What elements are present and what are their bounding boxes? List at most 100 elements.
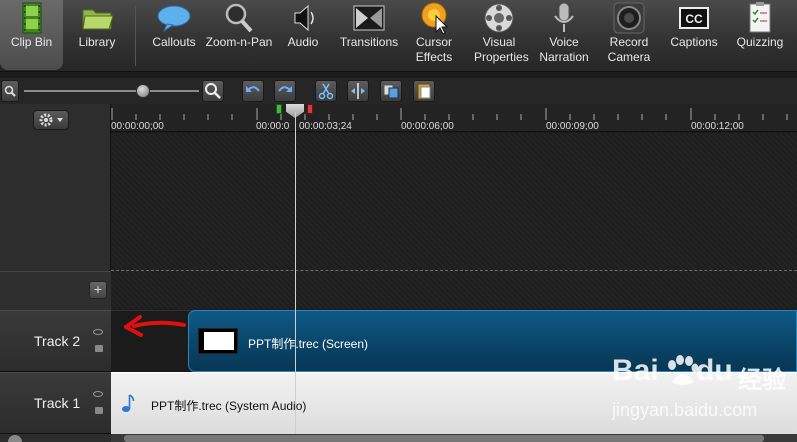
tool-transitions[interactable]: Transitions — [334, 0, 404, 70]
redo-icon — [278, 86, 292, 92]
track-header-1[interactable]: Track 1 — [0, 372, 111, 434]
tool-clip-bin[interactable]: Clip Bin — [0, 0, 63, 70]
timeline-ruler[interactable]: 00:00:00;00 00:00:0 00:00:03;24 00:00:06… — [111, 104, 797, 132]
tool-label-line: Record Camera — [607, 35, 651, 64]
ruler-ticks — [111, 108, 788, 120]
audio-clip-label: PPT制作.trec (System Audio) — [151, 399, 307, 413]
webcam-icon — [613, 2, 645, 34]
watermark-brand-du: du — [696, 354, 733, 387]
tool-label: Captions — [670, 35, 718, 49]
tool-cursor-effects[interactable]: Cursor Effects — [408, 0, 460, 70]
ruler-timecode: 00:00:06;00 — [401, 121, 454, 132]
folder-icon — [82, 9, 114, 30]
film-reel-icon — [484, 3, 514, 33]
tool-label: Cursor Effects — [408, 35, 460, 65]
speech-bubble-icon — [157, 5, 191, 33]
magnifier-icon — [225, 3, 253, 33]
tool-label-line: Visual Properties — [474, 35, 529, 64]
playhead-line[interactable] — [295, 112, 296, 442]
cc-icon: CC — [679, 7, 709, 29]
tool-quizzing[interactable]: Quizzing — [729, 0, 791, 70]
watermark-brand-bai: Bai — [612, 354, 659, 387]
eye-icon[interactable] — [93, 329, 103, 335]
redo-button[interactable] — [274, 80, 296, 102]
zoom-slider-track[interactable] — [24, 90, 199, 92]
zoom-in-icon — [205, 83, 221, 99]
scissors-icon — [318, 83, 334, 100]
music-note-icon — [122, 394, 135, 412]
tool-label: Library — [78, 35, 116, 49]
track-name: Track 2 — [34, 333, 81, 349]
film-strip-icon — [22, 2, 41, 34]
copy-button[interactable] — [380, 80, 402, 102]
track-resize-handle[interactable] — [8, 435, 22, 442]
cursor-click-icon — [421, 2, 449, 34]
baidu-jingyan-watermark: Bai du 经验 jingyan.baidu.com — [610, 352, 795, 424]
watermark-url: jingyan.baidu.com — [612, 400, 758, 420]
chevron-down-icon — [57, 118, 63, 122]
selection-end-marker[interactable] — [307, 104, 313, 114]
tool-label: Audio — [287, 35, 319, 49]
timeline-empty-area[interactable] — [111, 133, 797, 309]
gear-icon — [39, 113, 63, 127]
tool-zoom-n-pan[interactable]: Zoom-n-Pan — [206, 0, 272, 70]
zoom-slider-knob[interactable] — [136, 84, 150, 98]
lock-icon[interactable] — [95, 345, 103, 352]
quiz-clipboard-icon — [749, 2, 771, 33]
toolbar-separator — [135, 6, 136, 66]
watermark-jingyan: 经验 — [738, 367, 786, 394]
cut-button[interactable] — [315, 80, 337, 102]
copy-icon — [383, 84, 399, 99]
zoom-out-button[interactable] — [1, 80, 19, 102]
microphone-icon — [554, 2, 574, 32]
lock-icon[interactable] — [95, 407, 103, 414]
tool-label: Quizzing — [736, 35, 784, 49]
speaker-icon — [294, 4, 314, 32]
split-button[interactable] — [347, 80, 369, 102]
track-name: Track 1 — [34, 395, 81, 411]
camtasia-editor: Clip Bin Library Callouts Zoom-n-Pan Aud… — [0, 0, 797, 442]
tool-label: Voice Narration — [535, 35, 593, 65]
playhead-timecode: 00:00:03;24 — [299, 121, 352, 132]
tool-label: Record Camera — [599, 35, 659, 65]
tool-captions[interactable]: CC Captions — [664, 0, 724, 70]
tool-audio[interactable]: Audio — [275, 0, 331, 70]
tool-label-line: Voice Narration — [539, 35, 589, 64]
tool-label: Callouts — [152, 35, 196, 49]
undo-button[interactable] — [242, 80, 264, 102]
split-icon — [351, 83, 365, 99]
zoom-in-button[interactable] — [202, 80, 224, 102]
timeline-toolbar — [0, 78, 797, 104]
paste-button[interactable] — [413, 80, 435, 102]
paw-logo-icon — [668, 355, 699, 385]
track-header-2[interactable]: Track 2 — [0, 310, 111, 372]
selection-start-marker[interactable] — [276, 104, 282, 114]
clip-thumbnail-frame — [204, 332, 234, 350]
drop-zone-divider — [111, 270, 797, 271]
screen-clip-label: PPT制作.trec (Screen) — [248, 337, 369, 351]
paste-icon — [417, 83, 431, 100]
tool-label: Zoom-n-Pan — [205, 35, 273, 49]
svg-text:CC: CC — [685, 12, 703, 26]
tool-label: Visual Properties — [466, 35, 532, 65]
tool-record-camera[interactable]: Record Camera — [599, 0, 659, 70]
ruler-timecode: 00:00:00;00 — [111, 121, 164, 132]
tool-callouts[interactable]: Callouts — [143, 0, 205, 70]
add-track-button[interactable]: + — [89, 281, 107, 299]
scrollbar-thumb[interactable] — [124, 435, 764, 442]
ruler-timecode: 00:00:0 — [256, 121, 290, 132]
track-options-button[interactable] — [33, 110, 69, 130]
ruler-timecode: 00:00:09;00 — [546, 121, 599, 132]
main-toolbar: Clip Bin Library Callouts Zoom-n-Pan Aud… — [0, 0, 797, 72]
eye-icon[interactable] — [93, 391, 103, 397]
tool-library[interactable]: Library — [66, 0, 128, 70]
tool-visual-properties[interactable]: Visual Properties — [466, 0, 532, 70]
tool-label: Clip Bin — [10, 35, 53, 49]
zoom-out-icon — [4, 85, 16, 97]
tool-label: Transitions — [339, 35, 399, 49]
tool-label-line: Cursor Effects — [415, 35, 453, 64]
annotation-arrow-icon — [124, 315, 186, 337]
tool-voice-narration[interactable]: Voice Narration — [535, 0, 593, 70]
undo-icon — [246, 86, 260, 92]
transition-icon — [353, 5, 385, 31]
